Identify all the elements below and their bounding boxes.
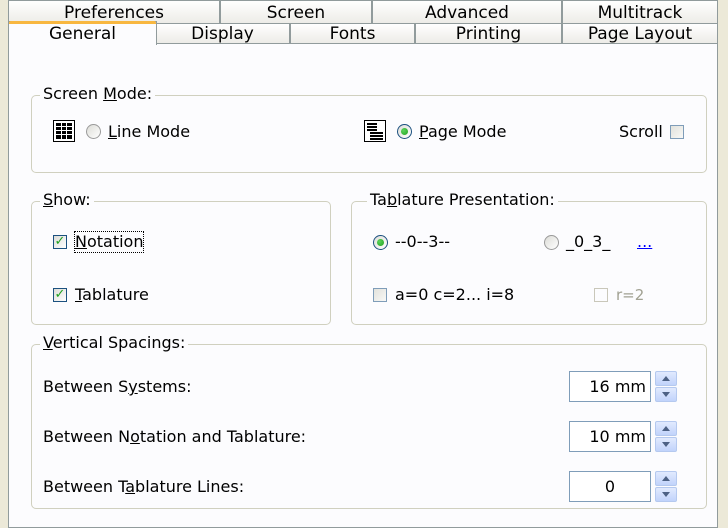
between-notation-tablature-stepper[interactable] — [655, 421, 677, 452]
active-tab-orange-strip — [9, 21, 156, 24]
tab-display[interactable]: Display — [155, 23, 290, 44]
between-systems-label: Between Systems: — [43, 377, 192, 396]
tab-advanced[interactable]: Advanced — [372, 0, 562, 24]
spin-down-icon[interactable] — [655, 437, 677, 452]
tab-label: Screen — [266, 2, 326, 23]
r2-label: r=2 — [616, 286, 645, 304]
tab-printing[interactable]: Printing — [415, 23, 562, 44]
screen-mode-group: Screen Mode: Line Mode Page Mode Scroll — [31, 84, 707, 173]
notation-checkbox[interactable]: ✓ — [53, 235, 67, 249]
tab-label: Page Layout — [587, 24, 693, 44]
show-group: Show: ✓ Notation ✓ Tablature — [31, 190, 331, 325]
tab-page-layout[interactable]: Page Layout — [562, 23, 718, 44]
tab-page-general: Screen Mode: Line Mode Page Mode Scroll … — [8, 43, 718, 528]
line-mode-icon — [53, 120, 75, 142]
spin-up-icon[interactable] — [655, 371, 677, 386]
between-tablature-lines-label: Between Tablature Lines: — [43, 477, 245, 496]
between-systems-stepper[interactable] — [655, 371, 677, 402]
show-legend: Show: — [40, 190, 94, 210]
abc-labels-label[interactable]: a=0 c=2... i=8 — [395, 285, 514, 305]
line-mode-label[interactable]: Line Mode — [108, 122, 190, 142]
tab-label: Printing — [455, 24, 522, 44]
spin-up-icon[interactable] — [655, 471, 677, 486]
tab-general[interactable]: General — [8, 21, 157, 45]
tab-style-1-radio[interactable] — [373, 235, 388, 250]
between-systems-field[interactable]: 16 mm — [569, 371, 651, 402]
tab-fonts[interactable]: Fonts — [290, 23, 415, 44]
between-notation-tablature-label: Between Notation and Tablature: — [43, 427, 307, 446]
notation-label[interactable]: Notation — [73, 231, 145, 253]
tab-label: Preferences — [64, 2, 164, 23]
spin-up-icon[interactable] — [655, 421, 677, 436]
screen-mode-legend: Screen Mode: — [40, 84, 156, 104]
tablature-label[interactable]: Tablature — [75, 285, 149, 305]
tab-style-2-label[interactable]: _0_3_ — [566, 232, 610, 252]
scroll-label[interactable]: Scroll — [619, 122, 663, 142]
tab-label: Multitrack — [597, 2, 683, 23]
page-mode-radio[interactable] — [397, 124, 412, 139]
between-tablature-lines-stepper[interactable] — [655, 471, 677, 502]
scroll-checkbox[interactable] — [670, 125, 684, 139]
tab-style-2-radio[interactable] — [544, 235, 559, 250]
between-tablature-lines-field[interactable]: 0 — [569, 471, 651, 502]
tab-label: Fonts — [329, 24, 376, 44]
vertical-spacings-group: Vertical Spacings: Between Systems: 16 m… — [31, 333, 707, 509]
tab-label: Display — [191, 24, 254, 44]
tab-label: General — [49, 23, 116, 44]
tablature-checkbox[interactable]: ✓ — [53, 288, 67, 302]
abc-labels-checkbox[interactable] — [373, 288, 387, 302]
more-options-link[interactable]: ... — [637, 232, 652, 252]
between-notation-tablature-field[interactable]: 10 mm — [569, 421, 651, 452]
tablature-presentation-legend: Tablature Presentation: — [367, 190, 558, 210]
page-mode-icon — [364, 120, 386, 142]
spin-down-icon[interactable] — [655, 387, 677, 402]
page-mode-label[interactable]: Page Mode — [419, 122, 506, 142]
r2-checkbox — [594, 288, 608, 302]
vertical-spacings-legend: Vertical Spacings: — [40, 333, 189, 353]
line-mode-radio[interactable] — [86, 124, 101, 139]
tab-label: Advanced — [425, 2, 509, 23]
tab-screen[interactable]: Screen — [220, 0, 372, 24]
spin-down-icon[interactable] — [655, 487, 677, 502]
tab-style-1-label[interactable]: --0--3-- — [395, 232, 450, 252]
tab-multitrack[interactable]: Multitrack — [562, 0, 718, 24]
tablature-presentation-group: Tablature Presentation: --0--3-- _0_3_ .… — [351, 190, 707, 325]
